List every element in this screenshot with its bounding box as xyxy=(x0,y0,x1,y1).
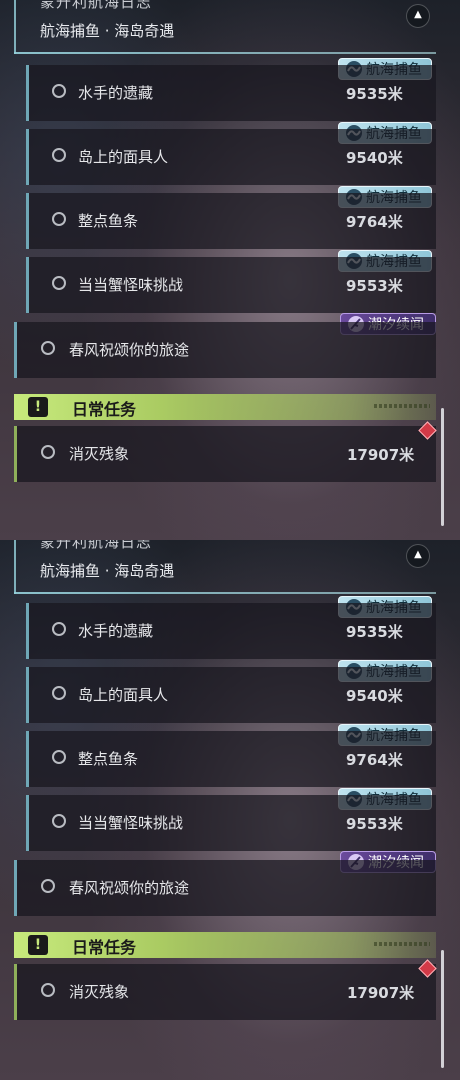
quest-name: 整点鱼条 xyxy=(78,750,139,768)
daily-quest-title: 日常任务 xyxy=(72,400,137,419)
quest-group-header[interactable]: 蒙升利航海日志 航海捕鱼 · 海岛奇遇 ▲ xyxy=(14,540,436,598)
quest-distance: 9553米 xyxy=(346,815,403,833)
radio-circle-icon[interactable] xyxy=(41,879,55,893)
quest-accent-bar xyxy=(26,129,29,185)
quest-panel-top: 蒙升利航海日志 航海捕鱼 · 海岛奇遇 ▲ 航海捕鱼 水手的遗藏 9535米 航… xyxy=(0,0,460,540)
quest-distance: 9553米 xyxy=(346,277,403,295)
quest-accent-bar xyxy=(26,603,29,659)
quest-row[interactable]: 整点鱼条 9764米 xyxy=(26,731,436,787)
scrollbar[interactable] xyxy=(441,950,444,1068)
scrollbar[interactable] xyxy=(441,408,444,526)
quest-accent-bar xyxy=(14,964,17,1020)
quest-row[interactable]: 岛上的面具人 9540米 xyxy=(26,129,436,185)
header-divider xyxy=(14,592,436,594)
quest-accent-bar xyxy=(26,795,29,851)
radio-circle-icon[interactable] xyxy=(52,622,66,636)
radio-circle-icon[interactable] xyxy=(52,750,66,764)
quest-name: 春风祝颂你的旅途 xyxy=(69,879,190,897)
quest-name: 消灭残象 xyxy=(69,445,130,463)
quest-row[interactable]: 水手的遗藏 9535米 xyxy=(26,65,436,121)
quest-group-subtitle: 航海捕鱼 · 海岛奇遇 xyxy=(40,22,175,40)
quest-name: 当当蟹怪味挑战 xyxy=(78,814,184,832)
radio-circle-icon[interactable] xyxy=(52,212,66,226)
quest-accent-bar xyxy=(14,860,17,916)
header-accent xyxy=(14,540,16,594)
quest-group-subtitle: 航海捕鱼 · 海岛奇遇 xyxy=(40,562,175,580)
header-decoration xyxy=(374,942,430,946)
quest-accent-bar xyxy=(26,193,29,249)
radio-circle-icon[interactable] xyxy=(52,276,66,290)
header-divider xyxy=(14,52,436,54)
radio-circle-icon[interactable] xyxy=(52,84,66,98)
quest-group-header[interactable]: 蒙升利航海日志 航海捕鱼 · 海岛奇遇 ▲ xyxy=(14,0,436,58)
radio-circle-icon[interactable] xyxy=(41,341,55,355)
quest-distance: 9535米 xyxy=(346,623,403,641)
quest-panel-bottom: 蒙升利航海日志 航海捕鱼 · 海岛奇遇 ▲ 航海捕鱼 水手的遗藏 9535米 航… xyxy=(0,540,460,1080)
quest-name: 岛上的面具人 xyxy=(78,686,169,704)
collapse-up-icon[interactable]: ▲ xyxy=(406,544,430,568)
quest-name: 消灭残象 xyxy=(69,983,130,1001)
quest-row-main[interactable]: 春风祝颂你的旅途 xyxy=(14,860,436,916)
quest-row[interactable]: 整点鱼条 9764米 xyxy=(26,193,436,249)
quest-distance: 9535米 xyxy=(346,85,403,103)
quest-accent-bar xyxy=(14,426,17,482)
quest-group-title: 蒙升利航海日志 xyxy=(40,540,153,551)
quest-accent-bar xyxy=(14,322,17,378)
radio-circle-icon[interactable] xyxy=(41,983,55,997)
daily-quest-title: 日常任务 xyxy=(72,938,137,957)
quest-name: 水手的遗藏 xyxy=(78,84,154,102)
quest-distance: 9764米 xyxy=(346,213,403,231)
quest-row[interactable]: 水手的遗藏 9535米 xyxy=(26,603,436,659)
radio-circle-icon[interactable] xyxy=(41,445,55,459)
quest-distance: 9540米 xyxy=(346,149,403,167)
quest-accent-bar xyxy=(26,65,29,121)
quest-distance: 17907米 xyxy=(347,446,415,464)
quest-accent-bar xyxy=(26,731,29,787)
quest-accent-bar xyxy=(26,257,29,313)
exclamation-icon: ! xyxy=(28,935,48,955)
quest-group-title: 蒙升利航海日志 xyxy=(40,0,153,11)
quest-accent-bar xyxy=(26,667,29,723)
header-accent xyxy=(14,0,16,54)
quest-distance: 9540米 xyxy=(346,687,403,705)
quest-row[interactable]: 岛上的面具人 9540米 xyxy=(26,667,436,723)
radio-circle-icon[interactable] xyxy=(52,148,66,162)
quest-name: 春风祝颂你的旅途 xyxy=(69,341,190,359)
header-decoration xyxy=(374,404,430,408)
radio-circle-icon[interactable] xyxy=(52,686,66,700)
quest-name: 整点鱼条 xyxy=(78,212,139,230)
quest-name: 岛上的面具人 xyxy=(78,148,169,166)
daily-quest-header: ! 日常任务 xyxy=(14,394,436,420)
quest-name: 水手的遗藏 xyxy=(78,622,154,640)
quest-row[interactable]: 当当蟹怪味挑战 9553米 xyxy=(26,795,436,851)
quest-distance: 9764米 xyxy=(346,751,403,769)
quest-row-daily[interactable]: 消灭残象 17907米 xyxy=(14,964,436,1020)
collapse-up-icon[interactable]: ▲ xyxy=(406,4,430,28)
quest-row-daily[interactable]: 消灭残象 17907米 xyxy=(14,426,436,482)
quest-name: 当当蟹怪味挑战 xyxy=(78,276,184,294)
radio-circle-icon[interactable] xyxy=(52,814,66,828)
exclamation-icon: ! xyxy=(28,397,48,417)
quest-row-main[interactable]: 春风祝颂你的旅途 xyxy=(14,322,436,378)
daily-quest-header: ! 日常任务 xyxy=(14,932,436,958)
quest-distance: 17907米 xyxy=(347,984,415,1002)
quest-row[interactable]: 当当蟹怪味挑战 9553米 xyxy=(26,257,436,313)
